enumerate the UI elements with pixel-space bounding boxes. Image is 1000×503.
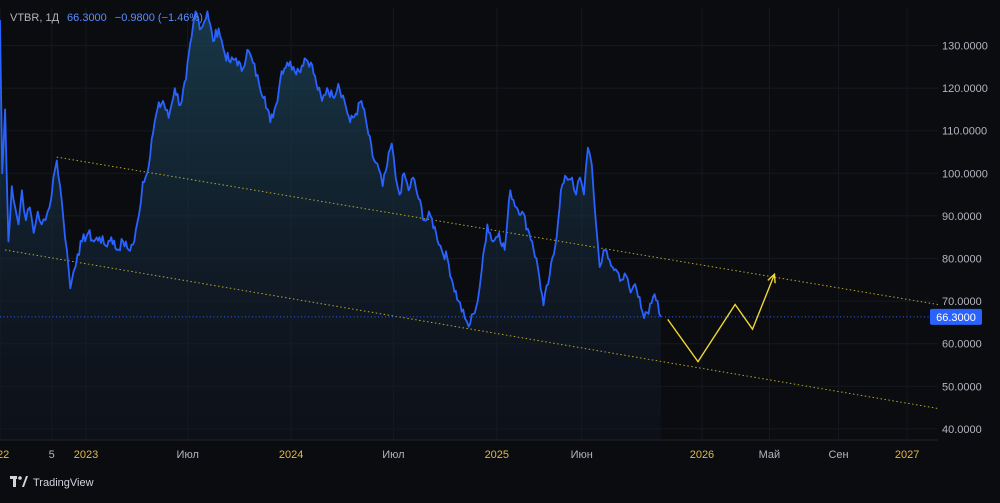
y-tick-label: 120.0000: [942, 83, 988, 95]
y-tick-label: 90.0000: [942, 211, 982, 223]
x-tick-label: 2023: [74, 449, 98, 461]
last-price: 66.3000: [67, 12, 107, 24]
current-price-badge-label: 66.3000: [936, 312, 976, 324]
x-tick-label: 2025: [485, 449, 509, 461]
tradingview-logo-icon: [10, 476, 28, 490]
x-tick-label: Июл: [177, 449, 199, 461]
current-price-badge: 66.3000: [930, 308, 982, 325]
tradingview-logo-text: TradingView: [33, 477, 94, 489]
price-chart[interactable]: 130.0000 120.0000 110.0000 100.0000 90.0000 8…: [0, 0, 1000, 498]
y-tick-label: 40.0000: [942, 424, 982, 436]
x-tick-label: Июн: [571, 449, 593, 461]
y-tick-label: 130.0000: [942, 40, 988, 52]
x-tick-label: Июл: [382, 449, 404, 461]
x-tick-label: 5: [49, 449, 55, 461]
y-tick-label: 50.0000: [942, 381, 982, 393]
x-tick-label: 2024: [279, 449, 303, 461]
symbol-interval[interactable]: VTBR, 1Д: [10, 12, 59, 24]
price-axis[interactable]: 130.0000 120.0000 110.0000 100.0000 90.0000 8…: [938, 0, 1000, 498]
price-change: −0.9800 (−1.46%): [114, 12, 203, 24]
y-tick-label: 80.0000: [942, 254, 982, 266]
x-tick-label: 022: [0, 449, 9, 461]
y-tick-label: 70.0000: [942, 296, 982, 308]
tradingview-logo[interactable]: TradingView: [10, 476, 94, 490]
x-tick-label: Май: [759, 449, 781, 461]
x-tick-label: 2026: [690, 449, 714, 461]
chart-area[interactable]: 130.0000 120.0000 110.0000 100.0000 90.0000 8…: [0, 0, 1000, 498]
y-tick-label: 100.0000: [942, 168, 988, 180]
y-tick-label: 60.0000: [942, 339, 982, 351]
x-tick-label: 2027: [895, 449, 919, 461]
chart-legend: VTBR, 1Д 66.3000 −0.9800 (−1.46%): [10, 12, 203, 24]
y-tick-label: 110.0000: [942, 126, 987, 138]
x-tick-label: Сен: [828, 449, 848, 461]
